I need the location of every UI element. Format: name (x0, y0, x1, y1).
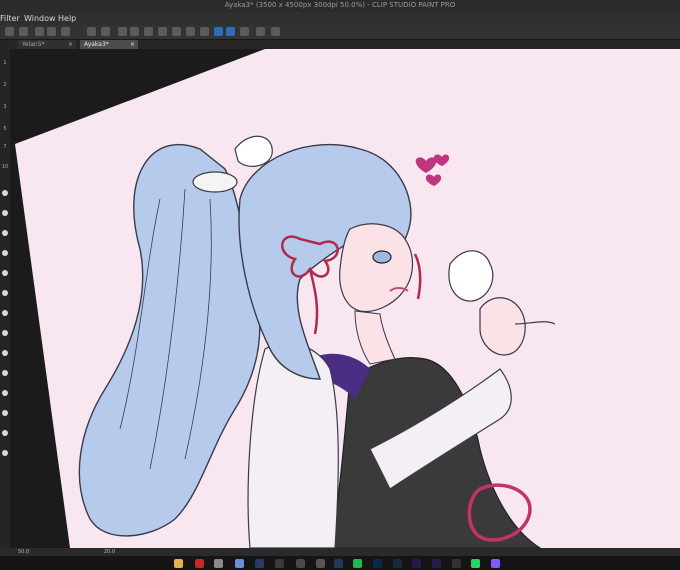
lightroom-icon[interactable] (393, 559, 402, 568)
lasso-icon[interactable] (158, 27, 167, 36)
brush-size-label: 5 (3, 126, 7, 132)
menu-help[interactable]: Help (58, 14, 76, 23)
app-icon[interactable] (214, 559, 223, 568)
crop-icon[interactable] (172, 27, 181, 36)
pencil-icon[interactable] (226, 27, 235, 36)
hand (479, 297, 526, 356)
brush-size-dot[interactable] (2, 330, 8, 336)
brush-size-dot[interactable] (2, 350, 8, 356)
close-icon[interactable]: × (68, 40, 73, 49)
flower-sketch (448, 250, 494, 302)
canvas-area[interactable] (10, 49, 680, 548)
pen-icon[interactable] (214, 27, 223, 36)
tab-yelan5[interactable]: Yelan5* × (18, 40, 76, 49)
save-icon[interactable] (47, 27, 56, 36)
app-icon[interactable] (275, 559, 284, 568)
jacket-white (247, 342, 339, 548)
brush-size-dot[interactable] (2, 290, 8, 296)
os-taskbar (0, 556, 680, 570)
brush-size-dot[interactable] (2, 230, 8, 236)
menu-bar: Filter Window Help (0, 12, 680, 25)
open-icon[interactable] (35, 27, 44, 36)
brush-size-label: 3 (3, 104, 7, 110)
menu-window[interactable]: Window (24, 14, 56, 23)
status-bar: 50.0 20.0 (0, 548, 680, 556)
clear-icon[interactable] (118, 27, 127, 36)
rotation-readout[interactable]: 20.0 (104, 549, 115, 555)
spotify-icon[interactable] (353, 559, 362, 568)
aftereffects-icon[interactable] (432, 559, 441, 568)
brush-size-dot[interactable] (2, 210, 8, 216)
brush-size-dot[interactable] (2, 250, 8, 256)
folder-icon[interactable] (174, 559, 183, 568)
brush-size-label: 7 (3, 144, 7, 150)
export-icon[interactable] (61, 27, 70, 36)
layer-icon[interactable] (256, 27, 265, 36)
app-icon[interactable] (296, 559, 305, 568)
steam-icon[interactable] (334, 559, 343, 568)
brush-icon[interactable] (240, 27, 249, 36)
document-tabs: Yelan5* × Ayaka3* × (10, 40, 680, 49)
artwork (15, 49, 680, 548)
whatsapp-icon[interactable] (471, 559, 480, 568)
brush-size-dot[interactable] (2, 310, 8, 316)
brush-size-label: 10 (1, 164, 9, 170)
app-icon[interactable] (255, 559, 264, 568)
new-canvas-icon[interactable] (19, 27, 28, 36)
eye (372, 250, 392, 264)
app-icon[interactable] (316, 559, 325, 568)
zoom-readout[interactable]: 50.0 (18, 549, 29, 555)
app-icon[interactable] (195, 559, 204, 568)
app-icon[interactable] (452, 559, 461, 568)
brush-size-dot[interactable] (2, 450, 8, 456)
left-panel: 1 2 3 5 7 10 (0, 40, 10, 548)
select-icon[interactable] (186, 27, 195, 36)
app-icon[interactable] (235, 559, 244, 568)
premiere-icon[interactable] (412, 559, 421, 568)
menu-filter[interactable]: Filter (0, 14, 20, 23)
snap-icon[interactable] (271, 27, 280, 36)
command-bar (0, 25, 680, 40)
photoshop-icon[interactable] (373, 559, 382, 568)
brush-size-label: 1 (3, 60, 7, 66)
close-icon[interactable]: × (130, 40, 135, 49)
brush-size-dot[interactable] (2, 410, 8, 416)
hair-tie (192, 171, 238, 193)
undo-icon[interactable] (87, 27, 96, 36)
title-bar: Ayaka3* (3500 x 4500px 300dpi 50.0%) - C… (0, 0, 680, 12)
tab-label: Ayaka3* (84, 41, 109, 48)
window-title: Ayaka3* (3500 x 4500px 300dpi 50.0%) - C… (224, 1, 456, 9)
redo-icon[interactable] (101, 27, 110, 36)
brush-size-dot[interactable] (2, 190, 8, 196)
transform-icon[interactable] (130, 27, 139, 36)
messenger-icon[interactable] (491, 559, 500, 568)
fill-icon[interactable] (144, 27, 153, 36)
brush-size-dot[interactable] (2, 390, 8, 396)
tool-icon[interactable] (5, 27, 14, 36)
brush-size-label: 2 (3, 82, 7, 88)
brush-size-dot[interactable] (2, 430, 8, 436)
tab-label: Yelan5* (22, 41, 45, 48)
tab-ayaka3[interactable]: Ayaka3* × (80, 40, 138, 49)
brush-size-dot[interactable] (2, 370, 8, 376)
brush-size-dot[interactable] (2, 270, 8, 276)
ruler-icon[interactable] (200, 27, 209, 36)
